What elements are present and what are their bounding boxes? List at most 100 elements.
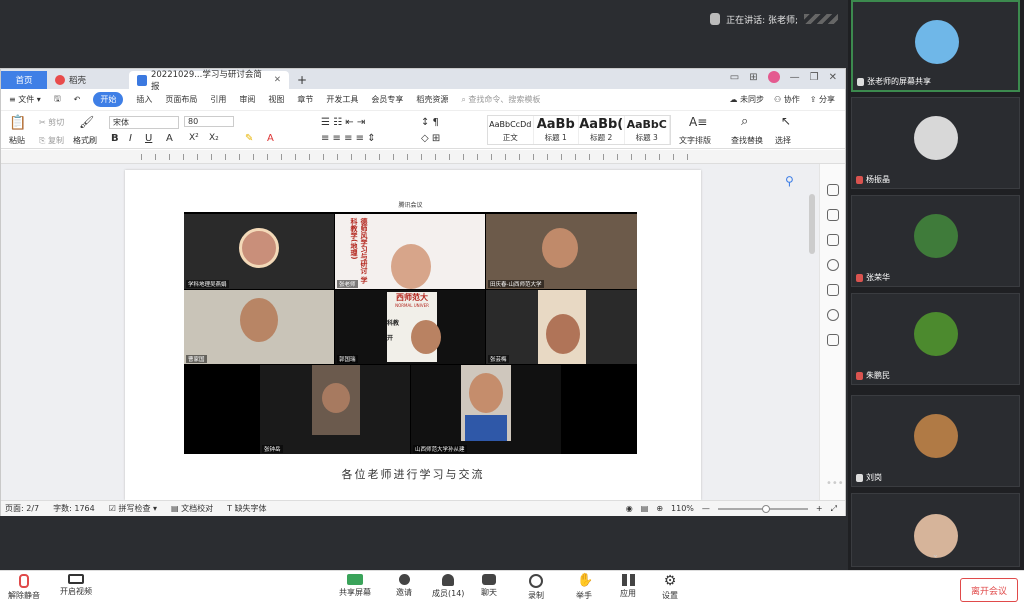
word-count[interactable]: 字数: 1764 xyxy=(53,503,95,514)
style-heading-2[interactable]: AaBb( 标题 2 xyxy=(579,116,625,144)
raise-hand-button[interactable]: ✋ 举手 xyxy=(576,574,593,601)
document-canvas[interactable]: ⚲ 腾讯会议 学科地理吴燕娟 德师风学习与研讨 学科教学(地理) 张老师 田庆春… xyxy=(1,164,819,500)
menu-review[interactable]: 审阅 xyxy=(239,94,255,105)
style-heading-1[interactable]: AaBb 标题 1 xyxy=(534,116,579,144)
zoom-out-button[interactable]: — xyxy=(702,504,710,513)
zoom-level[interactable]: 110% xyxy=(671,504,694,513)
style-heading-3[interactable]: AaBbC 标题 3 xyxy=(625,116,670,144)
select-button[interactable]: 选择 xyxy=(775,135,791,146)
translate-icon[interactable] xyxy=(827,334,839,346)
copy-button[interactable]: ⎘ 复制 xyxy=(39,135,64,146)
menu-file[interactable]: ≡ 文件 ▾ xyxy=(9,94,41,105)
image-icon[interactable] xyxy=(827,284,839,296)
close-tab-icon[interactable]: ✕ xyxy=(274,75,281,85)
menu-insert[interactable]: 插入 xyxy=(136,94,152,105)
text-layout-button[interactable]: 文字排版 xyxy=(679,135,711,146)
new-tab-button[interactable]: + xyxy=(289,71,315,89)
quick-save-icon[interactable]: 🖫 xyxy=(54,93,61,107)
settings-button[interactable]: ⚙ 设置 xyxy=(662,574,678,601)
chevron-down-icon[interactable]: ⌄ xyxy=(932,550,939,559)
find-icon[interactable]: ⌕ xyxy=(741,114,748,129)
tab-home[interactable]: 首页 xyxy=(1,71,47,89)
fit-icon[interactable]: ⤢ xyxy=(831,504,837,514)
chat-button[interactable]: 聊天 xyxy=(481,574,497,598)
apps-button[interactable]: 应用 xyxy=(620,574,636,599)
border-icons[interactable]: ◇ ⊞ xyxy=(421,133,440,144)
text-layout-icon[interactable]: A≡ xyxy=(689,115,707,129)
paste-button[interactable]: 粘贴 xyxy=(9,135,25,146)
cut-button[interactable]: ✂ 剪切 xyxy=(39,117,64,128)
sort-icons[interactable]: ↕ ¶ xyxy=(421,117,439,128)
font-size-select[interactable]: 80 xyxy=(184,116,234,127)
layout-icon[interactable]: ▭ xyxy=(730,72,739,83)
web-view-icon[interactable]: ⊕ xyxy=(656,504,663,513)
menu-member[interactable]: 会员专享 xyxy=(371,94,403,105)
edit-icon[interactable] xyxy=(827,184,839,196)
menu-view[interactable]: 视图 xyxy=(268,94,284,105)
participant-tile[interactable]: 朱鹏民 xyxy=(851,293,1020,385)
font-family-select[interactable]: 宋体 xyxy=(109,116,179,129)
bullet-list-icon[interactable]: ☰ ☷ ⇤ ⇥ xyxy=(321,117,365,128)
vertical-scrollbar[interactable] xyxy=(809,194,815,254)
find-replace-button[interactable]: 查找替换 xyxy=(731,135,763,146)
globe-icon[interactable] xyxy=(827,309,839,321)
members-button[interactable]: 成员(14) xyxy=(432,574,464,599)
highlight-button[interactable]: ✎ xyxy=(245,133,253,144)
collaborate-button[interactable]: ⚇ 协作 xyxy=(774,94,800,105)
close-window-icon[interactable]: ✕ xyxy=(829,72,837,83)
undo-icon[interactable]: ↶ xyxy=(74,95,81,104)
format-painter-icon[interactable]: 🖌 xyxy=(79,115,94,129)
subscript-button[interactable]: X₂ xyxy=(209,133,219,143)
font-color-button[interactable]: A xyxy=(166,133,173,144)
settings-sliders-icon[interactable] xyxy=(827,234,839,246)
paste-icon[interactable]: 📋 xyxy=(9,115,26,131)
menu-chapter[interactable]: 章节 xyxy=(297,94,313,105)
sync-status[interactable]: ☁ 未同步 xyxy=(729,94,764,105)
horizontal-ruler[interactable] xyxy=(1,150,845,164)
command-search[interactable]: ⌕ 查找命令、搜索模板 xyxy=(461,94,540,105)
minimize-icon[interactable]: — xyxy=(790,72,800,83)
tab-document[interactable]: 20221029...学习与研讨会简报 ✕ xyxy=(129,70,289,92)
start-video-button[interactable]: 开启视频 xyxy=(60,574,92,597)
zoom-slider[interactable] xyxy=(717,504,808,513)
share-button[interactable]: ⇪ 分享 xyxy=(810,94,835,105)
participant-tile[interactable]: ⌄ xyxy=(851,493,1020,567)
menu-developer[interactable]: 开发工具 xyxy=(326,94,358,105)
text-color-button[interactable]: A xyxy=(267,133,274,144)
align-icons[interactable]: ≡ ≡ ≡ ≡ ⇕ xyxy=(321,133,376,144)
grid-icon[interactable]: ⊞ xyxy=(749,72,757,83)
format-painter-button[interactable]: 格式刷 xyxy=(73,135,97,146)
help-icon[interactable] xyxy=(827,259,839,271)
leave-meeting-button[interactable]: 离开会议 xyxy=(960,578,1018,602)
menu-docer-resources[interactable]: 稻壳资源 xyxy=(416,94,448,105)
document-proofread[interactable]: ▤ 文档校对 xyxy=(171,503,213,514)
select-cursor-icon[interactable]: ↖ xyxy=(781,114,791,128)
menu-start[interactable]: 开始 xyxy=(93,92,124,107)
underline-button[interactable]: U xyxy=(145,133,152,144)
tab-docer[interactable]: 稻壳 xyxy=(47,71,129,89)
page-view-icon[interactable]: ▤ xyxy=(641,504,649,513)
location-pin-icon[interactable]: ⚲ xyxy=(785,174,799,188)
participant-tile[interactable]: 杨振晶 xyxy=(851,97,1020,189)
zoom-in-button[interactable]: + xyxy=(816,504,823,513)
bold-button[interactable]: B xyxy=(111,133,119,144)
page-indicator[interactable]: 页面: 2/7 xyxy=(5,503,39,514)
missing-fonts[interactable]: T 缺失字体 xyxy=(227,503,266,514)
restore-icon[interactable]: ❐ xyxy=(810,72,819,83)
participant-tile[interactable]: 刘岗 xyxy=(851,395,1020,487)
user-avatar[interactable] xyxy=(767,71,780,83)
document-page[interactable]: 腾讯会议 学科地理吴燕娟 德师风学习与研讨 学科教学(地理) 张老师 田庆春-山… xyxy=(125,170,701,500)
superscript-button[interactable]: X² xyxy=(189,133,199,143)
unmute-button[interactable]: 解除静音 xyxy=(8,574,40,601)
eye-icon[interactable]: ◉ xyxy=(626,504,633,513)
menu-page-layout[interactable]: 页面布局 xyxy=(165,94,197,105)
participant-tile[interactable]: 张荣华 xyxy=(851,195,1020,287)
more-icon[interactable]: ••• xyxy=(826,478,844,489)
spell-check[interactable]: ☑ 拼写检查 ▾ xyxy=(109,503,157,514)
share-screen-button[interactable]: 共享屏幕 xyxy=(339,574,371,598)
menu-references[interactable]: 引用 xyxy=(210,94,226,105)
style-normal[interactable]: AaBbCcDd 正文 xyxy=(488,116,534,144)
italic-button[interactable]: I xyxy=(129,133,132,144)
cursor-icon[interactable] xyxy=(827,209,839,221)
participant-tile[interactable]: 张老师的屏幕共享 xyxy=(851,0,1020,92)
